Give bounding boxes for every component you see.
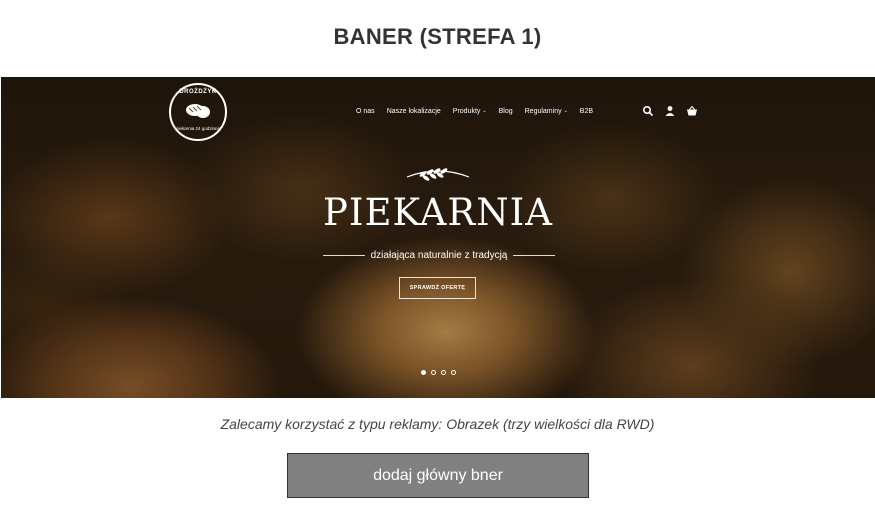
basket-icon[interactable]: [686, 104, 698, 116]
slider-dot[interactable]: [441, 370, 446, 375]
nav-item-regulaminy[interactable]: Regulaminy ⌄: [525, 108, 568, 115]
main-nav: O nas Nasze lokalizacje Produkty ⌄ Blog R…: [356, 105, 593, 117]
bread-logo-icon: [186, 104, 210, 118]
section-title: BANER (STREFA 1): [333, 24, 542, 49]
slider-dot[interactable]: [431, 370, 436, 375]
logo-subtitle: piekarnia 24 godzinna: [175, 126, 221, 131]
logo[interactable]: DROŻDŻYK piekarnia 24 godzinna: [169, 83, 227, 141]
slider-dot[interactable]: [421, 370, 426, 375]
nav-item-nasze-lokalizacje[interactable]: Nasze lokalizacje: [387, 108, 441, 115]
chevron-down-icon: ⌄: [482, 108, 487, 114]
nav-item-o-nas[interactable]: O nas: [356, 108, 375, 115]
nav-item-blog[interactable]: Blog: [499, 108, 513, 115]
chevron-down-icon: ⌄: [563, 108, 568, 114]
nav-item-produkty[interactable]: Produkty ⌄: [453, 108, 487, 115]
cta-button[interactable]: SPRAWDŹ OFERTĘ: [399, 277, 476, 299]
divider: [323, 254, 365, 256]
hero-title: PIEKARNIA: [323, 191, 553, 234]
slider-dots: [421, 370, 456, 375]
banner-preview: DROŻDŻYK piekarnia 24 godzinna O nas Nas…: [1, 77, 875, 398]
add-main-banner-button[interactable]: dodaj główny bner: [287, 453, 589, 498]
divider: [513, 254, 555, 256]
hero-subtitle: działająca naturalnie z tradycją: [323, 248, 555, 262]
nav-icons: [642, 104, 698, 117]
nav-item-b2b[interactable]: B2B: [580, 108, 593, 115]
user-icon[interactable]: [664, 104, 676, 116]
wheat-icon: [406, 168, 470, 181]
slider-dot[interactable]: [451, 370, 456, 375]
hero-subtitle-text: działająca naturalnie z tradycją: [370, 249, 508, 261]
logo-name: DROŻDŻYK: [179, 89, 217, 95]
ad-type-note: Zalecamy korzystać z typu reklamy: Obraz…: [220, 416, 655, 432]
search-icon[interactable]: [642, 104, 654, 117]
